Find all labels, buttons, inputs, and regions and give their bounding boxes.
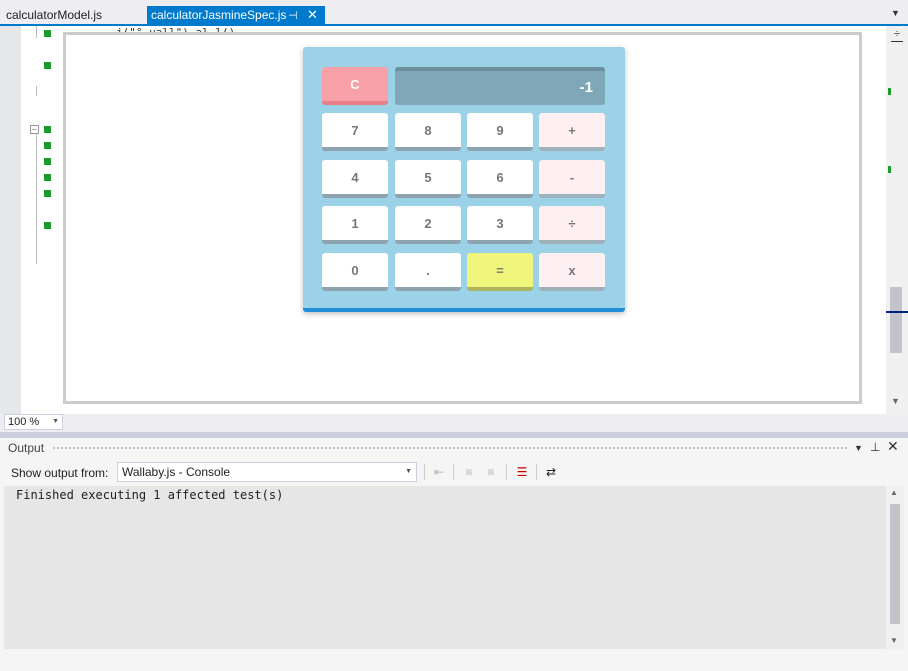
scroll-down-icon[interactable]: ▼ — [891, 396, 900, 406]
output-text-area[interactable]: Finished executing 1 affected test(s) — [4, 486, 886, 649]
caret-position-marker — [886, 311, 908, 313]
calculator: -1 C 7 8 9 + 4 5 6 - 1 2 3 ÷ 0 . = x — [303, 47, 625, 312]
chevron-down-icon: ▼ — [52, 418, 59, 425]
key-decimal[interactable]: . — [395, 253, 461, 291]
key-9[interactable]: 9 — [467, 113, 533, 151]
window-position-icon[interactable]: ▼ — [854, 443, 863, 453]
key-minus[interactable]: - — [539, 160, 605, 198]
show-output-from-label: Show output from: — [11, 466, 109, 480]
editor-status-bar: 100 % ▼ — [0, 414, 908, 432]
key-0[interactable]: 0 — [322, 253, 388, 291]
toolbar-separator — [536, 464, 537, 480]
key-3[interactable]: 3 — [467, 206, 533, 244]
pin-icon[interactable]: ⊣ — [288, 7, 298, 25]
document-tab-strip: calculatorModel.js calculatorJasmineSpec… — [0, 0, 908, 26]
editor-vertical-scrollbar[interactable]: ÷ ▼ — [886, 26, 908, 414]
scroll-thumb[interactable] — [890, 504, 900, 624]
output-vertical-scrollbar[interactable]: ▲ ▼ — [886, 486, 904, 649]
next-message-icon[interactable]: ≡ — [483, 464, 499, 480]
change-marker — [888, 166, 891, 173]
collapse-icon[interactable]: − — [30, 125, 39, 134]
outline-guide — [36, 134, 37, 264]
code-editor[interactable]: − j("°.uall").al.l() -1 C 7 8 9 + 4 5 6 … — [0, 26, 908, 414]
find-message-icon[interactable]: ⇤ — [431, 464, 447, 480]
toolbar-separator — [453, 464, 454, 480]
output-pane: Output ▼ ⊥ ✕ Show output from: Wallaby.j… — [0, 438, 908, 671]
clear-all-icon[interactable]: ☰ — [514, 464, 530, 480]
scroll-up-icon[interactable]: ▲ — [890, 488, 898, 497]
key-plus[interactable]: + — [539, 113, 605, 151]
key-clear[interactable]: C — [322, 67, 388, 105]
tab-calculator-model[interactable]: calculatorModel.js — [0, 6, 108, 24]
toggle-word-wrap-icon[interactable]: ⇄ — [543, 464, 559, 480]
key-8[interactable]: 8 — [395, 113, 461, 151]
key-5[interactable]: 5 — [395, 160, 461, 198]
ide-window: calculatorModel.js calculatorJasmineSpec… — [0, 0, 908, 671]
tab-calculator-jasmine-spec[interactable]: calculatorJasmineSpec.js ⊣ ✕ — [147, 6, 325, 26]
key-1[interactable]: 1 — [322, 206, 388, 244]
scroll-thumb[interactable] — [890, 287, 902, 353]
output-title: Output — [8, 441, 45, 455]
toolbar-separator — [506, 464, 507, 480]
previous-message-icon[interactable]: ≡ — [461, 464, 477, 480]
close-icon[interactable]: ✕ — [887, 438, 899, 455]
close-icon[interactable]: ✕ — [307, 6, 318, 24]
calculator-display: -1 — [395, 67, 605, 105]
editor-left-margin — [0, 26, 21, 414]
zoom-select[interactable]: 100 % ▼ — [4, 414, 63, 430]
drag-grip[interactable] — [52, 446, 848, 451]
key-6[interactable]: 6 — [467, 160, 533, 198]
outline-guide — [36, 26, 37, 38]
key-equals[interactable]: = — [467, 253, 533, 291]
change-marker — [888, 88, 891, 95]
key-divide[interactable]: ÷ — [539, 206, 605, 244]
pin-icon[interactable]: ⊥ — [870, 440, 880, 454]
zoom-value: 100 % — [8, 416, 40, 428]
split-editor-icon[interactable]: ÷ — [891, 28, 903, 42]
output-title-bar: Output ▼ ⊥ ✕ — [0, 438, 908, 458]
key-4[interactable]: 4 — [322, 160, 388, 198]
scroll-down-icon[interactable]: ▼ — [890, 636, 898, 645]
key-2[interactable]: 2 — [395, 206, 461, 244]
output-source-select[interactable]: Wallaby.js - Console ▼ — [117, 462, 417, 482]
key-7[interactable]: 7 — [322, 113, 388, 151]
tab-label: calculatorJasmineSpec.js — [151, 8, 287, 22]
chevron-down-icon: ▼ — [405, 468, 412, 475]
output-log-line: Finished executing 1 affected test(s) — [16, 488, 284, 502]
output-toolbar: Show output from: Wallaby.js - Console ▼… — [0, 460, 908, 484]
calculator-preview: -1 C 7 8 9 + 4 5 6 - 1 2 3 ÷ 0 . = x — [63, 32, 862, 404]
output-source-value: Wallaby.js - Console — [122, 465, 231, 479]
outline-guide — [36, 86, 37, 96]
key-multiply[interactable]: x — [539, 253, 605, 291]
toolbar-separator — [424, 464, 425, 480]
chevron-down-icon[interactable]: ▼ — [891, 8, 900, 18]
